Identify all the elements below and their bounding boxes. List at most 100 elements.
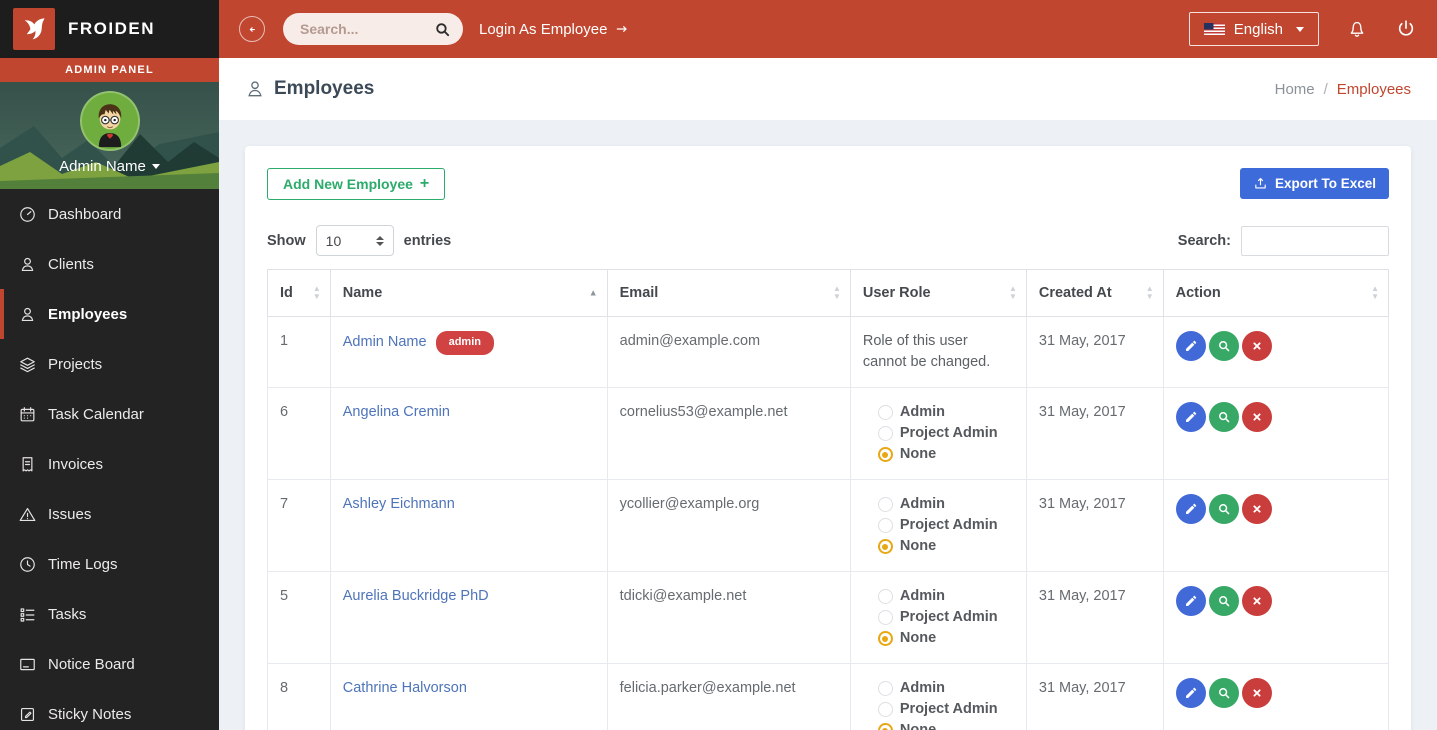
sidebar-item-label: Sticky Notes bbox=[48, 706, 131, 723]
tasks-icon bbox=[18, 605, 37, 624]
sidebar-item-dashboard[interactable]: Dashboard bbox=[0, 189, 219, 239]
sidebar-item-notice-board[interactable]: Notice Board bbox=[0, 639, 219, 689]
edit-button[interactable] bbox=[1176, 586, 1206, 616]
view-button[interactable] bbox=[1209, 402, 1239, 432]
column-header-email[interactable]: Email▲▼ bbox=[607, 270, 850, 317]
notifications-bell-icon[interactable] bbox=[1346, 18, 1368, 40]
delete-button[interactable] bbox=[1242, 402, 1272, 432]
page-title: Employees bbox=[245, 78, 374, 100]
user-role-radio-none[interactable]: None bbox=[863, 628, 1014, 649]
search-icon[interactable] bbox=[434, 21, 451, 38]
user-menu[interactable]: Admin Name bbox=[0, 158, 219, 175]
delete-button[interactable] bbox=[1242, 494, 1272, 524]
sidebar-item-employees[interactable]: Employees bbox=[0, 289, 219, 339]
user-role-radio-admin[interactable]: Admin bbox=[863, 494, 1014, 515]
sidebar-collapse-button[interactable] bbox=[239, 16, 265, 42]
page-length-select[interactable]: 10 bbox=[316, 225, 394, 256]
export-to-excel-button[interactable]: Export To Excel bbox=[1240, 168, 1389, 199]
view-button[interactable] bbox=[1209, 494, 1239, 524]
employee-name-link[interactable]: Cathrine Halvorson bbox=[343, 680, 467, 696]
radio-label: Admin bbox=[900, 494, 945, 515]
user-role-radio-admin[interactable]: Admin bbox=[863, 402, 1014, 423]
employee-name-link[interactable]: Aurelia Buckridge PhD bbox=[343, 588, 489, 604]
clients-icon bbox=[18, 255, 37, 274]
user-role-radio-admin[interactable]: Admin bbox=[863, 678, 1014, 699]
cell-user-role: AdminProject AdminNone bbox=[850, 572, 1026, 664]
cell-created-at: 31 May, 2017 bbox=[1026, 664, 1163, 730]
delete-button[interactable] bbox=[1242, 678, 1272, 708]
profile-area: Admin Name bbox=[0, 82, 219, 189]
user-role-radio-project-admin[interactable]: Project Admin bbox=[863, 515, 1014, 536]
edit-button[interactable] bbox=[1176, 678, 1206, 708]
sidebar-item-label: Employees bbox=[48, 306, 127, 323]
column-header-user-role[interactable]: User Role▲▼ bbox=[850, 270, 1026, 317]
radio-icon bbox=[878, 610, 893, 625]
breadcrumb-home[interactable]: Home bbox=[1275, 81, 1315, 98]
employee-name-link[interactable]: Angelina Cremin bbox=[343, 404, 450, 420]
radio-label: Project Admin bbox=[900, 515, 998, 536]
column-header-id[interactable]: Id ▲▼ bbox=[268, 270, 331, 317]
user-role-radio-none[interactable]: None bbox=[863, 720, 1014, 730]
edit-button[interactable] bbox=[1176, 402, 1206, 432]
column-header-name[interactable]: Name▲▼ bbox=[330, 270, 607, 317]
global-search bbox=[283, 13, 463, 45]
delete-button[interactable] bbox=[1242, 586, 1272, 616]
user-role-radio-project-admin[interactable]: Project Admin bbox=[863, 607, 1014, 628]
sidebar-item-invoices[interactable]: Invoices bbox=[0, 439, 219, 489]
sidebar-item-label: Invoices bbox=[48, 456, 103, 473]
radio-label: Admin bbox=[900, 402, 945, 423]
cell-name: Cathrine Halvorson bbox=[330, 664, 607, 730]
sidebar-item-label: Task Calendar bbox=[48, 406, 144, 423]
user-role-radio-project-admin[interactable]: Project Admin bbox=[863, 699, 1014, 720]
sort-icon: ▲▼ bbox=[1371, 285, 1379, 301]
column-header-action[interactable]: Action ▲▼ bbox=[1163, 270, 1388, 317]
brand[interactable]: FROIDEN bbox=[0, 0, 219, 58]
sidebar-item-label: Clients bbox=[48, 256, 94, 273]
table-row: 5Aurelia Buckridge PhDtdicki@example.net… bbox=[268, 572, 1389, 664]
delete-button[interactable] bbox=[1242, 331, 1272, 361]
sidebar-item-clients[interactable]: Clients bbox=[0, 239, 219, 289]
search-input[interactable] bbox=[300, 21, 434, 37]
chevron-down-icon bbox=[152, 164, 160, 169]
sidebar-item-label: Projects bbox=[48, 356, 102, 373]
view-button[interactable] bbox=[1209, 331, 1239, 361]
language-selector[interactable]: English bbox=[1189, 12, 1319, 46]
column-label: Id bbox=[280, 285, 293, 301]
table-search-input[interactable] bbox=[1241, 226, 1389, 256]
sidebar-item-task-calendar[interactable]: Task Calendar bbox=[0, 389, 219, 439]
user-role-radio-none[interactable]: None bbox=[863, 444, 1014, 465]
table-row: 7Ashley Eichmannycollier@example.orgAdmi… bbox=[268, 480, 1389, 572]
sidebar-nav: Dashboard Clients Employees Projects Tas… bbox=[0, 189, 219, 730]
user-role-radio-project-admin[interactable]: Project Admin bbox=[863, 423, 1014, 444]
sidebar-item-issues[interactable]: Issues bbox=[0, 489, 219, 539]
edit-button[interactable] bbox=[1176, 331, 1206, 361]
view-button[interactable] bbox=[1209, 586, 1239, 616]
sidebar-item-sticky-notes[interactable]: Sticky Notes bbox=[0, 689, 219, 730]
edit-button[interactable] bbox=[1176, 494, 1206, 524]
employee-name-link[interactable]: Admin Name bbox=[343, 334, 427, 350]
cell-email: cornelius53@example.net bbox=[607, 388, 850, 480]
power-logout-icon[interactable] bbox=[1395, 18, 1417, 40]
sidebar-item-tasks[interactable]: Tasks bbox=[0, 589, 219, 639]
role-badge: admin bbox=[436, 331, 494, 355]
column-header-created-at[interactable]: Created At▲▼ bbox=[1026, 270, 1163, 317]
select-arrows-icon bbox=[376, 236, 384, 246]
add-new-employee-button[interactable]: Add New Employee + bbox=[267, 168, 445, 200]
language-label: English bbox=[1234, 21, 1283, 38]
sort-icon: ▲▼ bbox=[313, 285, 321, 301]
dashboard-icon bbox=[18, 205, 37, 224]
login-as-employee-link[interactable]: Login As Employee bbox=[479, 21, 630, 38]
sidebar-item-time-logs[interactable]: Time Logs bbox=[0, 539, 219, 589]
sidebar-item-projects[interactable]: Projects bbox=[0, 339, 219, 389]
notice-board-icon bbox=[18, 655, 37, 674]
cell-created-at: 31 May, 2017 bbox=[1026, 317, 1163, 388]
avatar[interactable] bbox=[80, 91, 140, 151]
view-button[interactable] bbox=[1209, 678, 1239, 708]
show-label: Show bbox=[267, 233, 306, 249]
user-role-radio-admin[interactable]: Admin bbox=[863, 586, 1014, 607]
user-role-radio-none[interactable]: None bbox=[863, 536, 1014, 557]
employee-name-link[interactable]: Ashley Eichmann bbox=[343, 496, 455, 512]
cell-name: Admin Name admin bbox=[330, 317, 607, 388]
column-label: Email bbox=[620, 285, 659, 301]
column-label: Action bbox=[1176, 285, 1221, 301]
